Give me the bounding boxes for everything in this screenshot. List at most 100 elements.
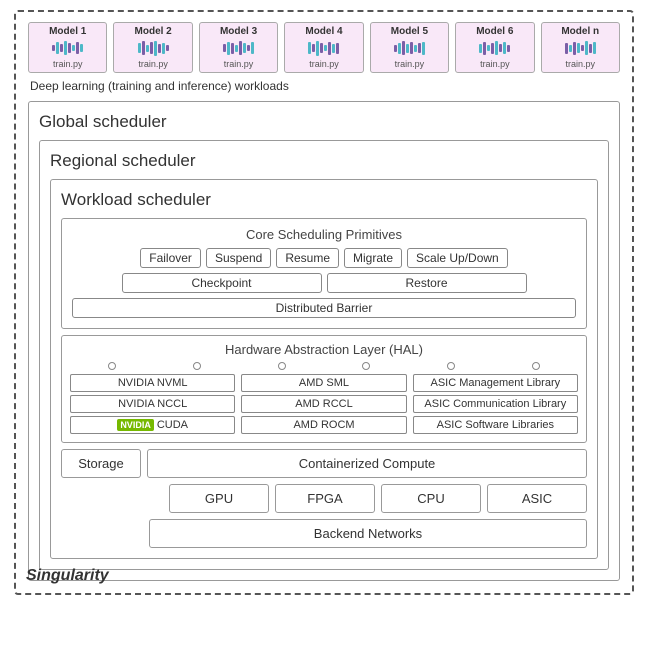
hal-connector-3	[278, 362, 286, 370]
wave-bar	[581, 45, 584, 51]
distributed-barrier: Distributed Barrier	[72, 298, 576, 318]
model-6-title: Model 6	[476, 26, 513, 37]
wave-bar	[491, 43, 494, 54]
wave-bar	[150, 42, 153, 54]
models-row: Model 1 train.py Model 2	[28, 22, 620, 73]
regional-scheduler-label: Regional scheduler	[50, 149, 598, 173]
hal-connectors	[70, 362, 578, 370]
wave-bar	[487, 45, 490, 51]
model-box-2: Model 2 train.py	[113, 22, 192, 73]
containerized-compute-box: Containerized Compute	[147, 449, 587, 478]
storage-box: Storage	[61, 449, 141, 478]
model-box-n: Model n train.py	[541, 22, 620, 73]
failover-primitive: Failover	[140, 248, 201, 268]
wave-bar	[142, 41, 145, 55]
deep-learning-label: Deep learning (training and inference) w…	[28, 79, 620, 93]
wave-bar	[316, 41, 319, 56]
model-3-wave	[223, 39, 254, 57]
wave-bar	[243, 43, 246, 53]
wave-bar	[64, 41, 67, 55]
model-5-wave	[394, 39, 425, 57]
wave-bar	[406, 44, 409, 53]
amd-rccl: AMD RCCL	[241, 395, 406, 413]
wave-bar	[483, 42, 486, 55]
asic-box: ASIC	[487, 484, 587, 513]
wave-bar	[577, 43, 580, 53]
backend-networks-box: Backend Networks	[149, 519, 587, 548]
scaleupdown-primitive: Scale Up/Down	[407, 248, 508, 268]
wave-bar	[231, 43, 234, 54]
hal-title: Hardware Abstraction Layer (HAL)	[70, 342, 578, 357]
hal-connector-5	[447, 362, 455, 370]
nvidia-badge: NVIDIA	[117, 419, 154, 431]
wave-bar	[239, 41, 242, 55]
nvidia-nccl: NVIDIA NCCL	[70, 395, 235, 413]
model-1-title: Model 1	[49, 26, 86, 37]
wave-bar	[410, 42, 413, 54]
wave-bar	[312, 44, 315, 52]
model-4-file: train.py	[309, 59, 339, 69]
wave-bar	[402, 41, 405, 55]
cuda-label: CUDA	[157, 419, 188, 431]
core-title: Core Scheduling Primitives	[72, 227, 576, 242]
hw-row: GPU FPGA CPU ASIC	[149, 484, 587, 513]
workload-scheduler-label: Workload scheduler	[61, 188, 587, 212]
wave-bar	[251, 42, 254, 54]
wave-bar	[52, 45, 55, 51]
asic-col: ASIC Management Library ASIC Communicati…	[413, 374, 578, 434]
model-5-title: Model 5	[391, 26, 428, 37]
checkpoint-restore-row: Checkpoint Restore	[72, 273, 576, 293]
storage-compute-row: Storage Containerized Compute	[61, 449, 587, 478]
wave-bar	[247, 45, 250, 51]
global-scheduler-box: Global scheduler Regional scheduler Work…	[28, 101, 620, 581]
hal-connector-2	[193, 362, 201, 370]
model-5-file: train.py	[395, 59, 425, 69]
wave-bar	[154, 41, 157, 56]
wave-bar	[158, 44, 161, 53]
wave-bar	[76, 42, 79, 54]
wave-bar	[332, 44, 335, 53]
cpu-box: CPU	[381, 484, 481, 513]
wave-bar	[398, 43, 401, 54]
wave-bar	[495, 41, 498, 55]
asic-sw-libs: ASIC Software Libraries	[413, 416, 578, 434]
regional-scheduler-box: Regional scheduler Workload scheduler Co…	[39, 140, 609, 570]
wave-bar	[138, 43, 141, 53]
model-4-wave	[308, 39, 339, 57]
hal-connector-4	[362, 362, 370, 370]
wave-bar	[422, 42, 425, 55]
wave-bar	[146, 45, 149, 52]
model-2-wave	[138, 39, 169, 57]
amd-col: AMD SML AMD RCCL AMD ROCM	[241, 374, 406, 434]
amd-sml: AMD SML	[241, 374, 406, 392]
model-4-title: Model 4	[305, 26, 342, 37]
model-n-title: Model n	[561, 26, 599, 37]
hal-connector-6	[532, 362, 540, 370]
wave-bar	[507, 45, 510, 52]
fpga-box: FPGA	[275, 484, 375, 513]
wave-bar	[60, 44, 63, 52]
wave-bar	[585, 41, 588, 55]
wave-bar	[235, 45, 238, 52]
wave-bar	[324, 45, 327, 51]
model-box-4: Model 4 train.py	[284, 22, 363, 73]
wave-bar	[499, 44, 502, 52]
wave-bar	[414, 45, 417, 52]
model-box-5: Model 5 train.py	[370, 22, 449, 73]
wave-bar	[569, 45, 572, 52]
asic-comm-lib: ASIC Communication Library	[413, 395, 578, 413]
wave-bar	[227, 42, 230, 55]
backend-row: Backend Networks	[149, 519, 587, 548]
wave-bar	[479, 44, 482, 53]
wave-bar	[162, 43, 165, 54]
wave-bar	[320, 43, 323, 53]
wave-bar	[593, 42, 596, 54]
singularity-label: Singularity	[26, 567, 109, 585]
hal-section: Hardware Abstraction Layer (HAL) NVIDIA …	[61, 335, 587, 443]
hal-libs-row: NVIDIA NVML NVIDIA NCCL NVIDIA CUDA AMD …	[70, 374, 578, 434]
checkpoint-btn: Checkpoint	[122, 273, 322, 293]
primitives-row: Failover Suspend Resume Migrate Scale Up…	[72, 248, 576, 268]
model-n-file: train.py	[565, 59, 595, 69]
hal-connector-1	[108, 362, 116, 370]
nvidia-nvml: NVIDIA NVML	[70, 374, 235, 392]
